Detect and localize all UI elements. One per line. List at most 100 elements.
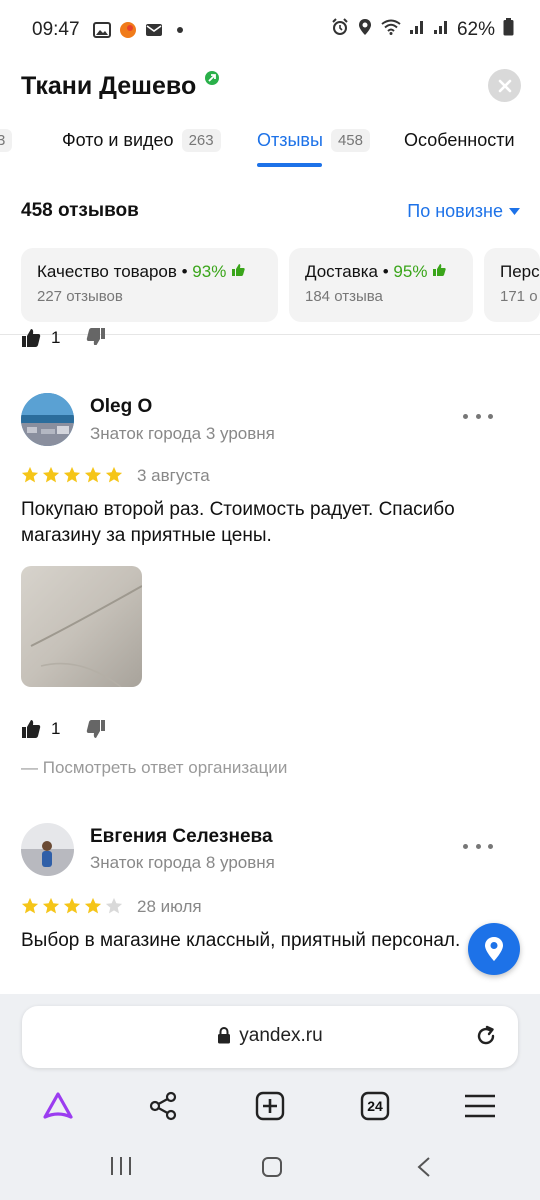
dislike-button[interactable] bbox=[86, 719, 106, 744]
home-icon bbox=[262, 1157, 282, 1177]
thumbs-up-icon bbox=[22, 720, 41, 738]
star-filled-icon bbox=[84, 897, 102, 914]
like-button[interactable]: 1 bbox=[21, 719, 60, 739]
tabs-bar: 3 Фото и видео 263 Отзывы 458 Особенност… bbox=[0, 116, 540, 168]
signal-2-icon bbox=[433, 19, 449, 41]
aspect-name: Качество товаров bbox=[37, 262, 177, 281]
rating-stars bbox=[21, 466, 123, 484]
review-text: Покупаю второй раз. Стоимость радует. Сп… bbox=[21, 499, 455, 546]
thumbs-up-green-icon bbox=[232, 264, 245, 276]
avatar[interactable] bbox=[21, 823, 74, 876]
map-pin-icon bbox=[485, 937, 503, 961]
previous-review-dislike-button[interactable] bbox=[86, 327, 106, 345]
tab-features[interactable]: Особенности bbox=[404, 116, 515, 164]
address-text: yandex.ru bbox=[22, 1025, 518, 1047]
star-filled-icon bbox=[63, 466, 81, 483]
aspect-name: Перс bbox=[500, 262, 540, 281]
previous-review-like-button[interactable]: 1 bbox=[21, 327, 60, 349]
tab-count: 263 bbox=[181, 128, 221, 152]
star-filled-icon bbox=[63, 897, 81, 914]
map-button[interactable] bbox=[468, 923, 520, 975]
battery-percent: 62% bbox=[456, 19, 495, 40]
back-button[interactable] bbox=[416, 1156, 432, 1183]
back-icon bbox=[417, 1157, 430, 1177]
menu-button[interactable] bbox=[460, 1086, 500, 1126]
aspect-chips: Качество товаров • 93% 227 отзывов Доста… bbox=[21, 248, 540, 324]
header-divider bbox=[0, 334, 540, 335]
review-photo[interactable] bbox=[21, 566, 142, 687]
review-date: 28 июля bbox=[137, 897, 202, 916]
verified-badge-icon bbox=[205, 71, 219, 85]
new-tab-button[interactable] bbox=[250, 1086, 290, 1126]
star-empty-icon bbox=[105, 897, 123, 914]
sort-dropdown[interactable]: По новизне bbox=[407, 201, 520, 222]
star-filled-icon bbox=[21, 466, 39, 483]
page-title: Ткани Дешево bbox=[21, 72, 197, 100]
review-text: Выбор в магазине классный, приятный перс… bbox=[21, 930, 461, 951]
share-button[interactable] bbox=[143, 1086, 183, 1126]
thumbs-up-green-icon bbox=[433, 264, 446, 276]
reload-icon bbox=[477, 1025, 495, 1045]
aspect-reviews-count: 184 отзыва bbox=[305, 288, 383, 305]
thumbs-down-icon bbox=[86, 328, 105, 345]
add-tab-icon bbox=[255, 1091, 285, 1121]
status-time: 09:47 bbox=[32, 19, 80, 40]
tab-previous[interactable]: 3 bbox=[0, 116, 13, 164]
like-count: 1 bbox=[51, 328, 61, 347]
star-filled-icon bbox=[42, 466, 60, 483]
app-notification-icon bbox=[118, 21, 138, 39]
system-navigation-bar bbox=[0, 1142, 540, 1200]
aspect-name-row: Качество товаров • 93% bbox=[37, 262, 262, 282]
place-header: Ткани Дешево bbox=[0, 60, 540, 116]
tab-photos-videos[interactable]: Фото и видео 263 bbox=[62, 116, 221, 164]
thumbs-down-icon bbox=[86, 720, 105, 738]
aspect-chip-staff[interactable]: Перс 171 о bbox=[484, 248, 540, 322]
view-owner-reply-link[interactable]: — Посмотреть ответ организации bbox=[21, 758, 287, 778]
sort-label: По новизне bbox=[407, 201, 503, 221]
recent-apps-button[interactable] bbox=[110, 1156, 132, 1181]
reload-button[interactable] bbox=[474, 1024, 498, 1053]
aspect-percent: 95% bbox=[393, 262, 428, 281]
tabs-count: 24 bbox=[367, 1098, 383, 1114]
aspect-chip-delivery[interactable]: Доставка • 95% 184 отзыва bbox=[289, 248, 473, 322]
more-notifications-dot-icon bbox=[170, 21, 190, 39]
tabs-switcher-button[interactable]: 24 bbox=[355, 1086, 395, 1126]
mail-notification-icon bbox=[144, 21, 164, 39]
star-filled-icon bbox=[105, 466, 123, 483]
caret-down-icon bbox=[509, 207, 520, 215]
address-bar[interactable]: yandex.ru bbox=[22, 1006, 518, 1068]
wifi-icon bbox=[381, 19, 401, 41]
tab-reviews[interactable]: Отзывы 458 bbox=[257, 116, 370, 167]
aspect-reviews-count: 227 отзывов bbox=[37, 288, 123, 305]
alice-button[interactable] bbox=[38, 1086, 78, 1126]
aspect-chip-quality[interactable]: Качество товаров • 93% 227 отзывов bbox=[21, 248, 278, 322]
star-filled-icon bbox=[21, 897, 39, 914]
share-icon bbox=[149, 1091, 177, 1121]
like-count: 1 bbox=[51, 719, 61, 738]
more-options-button[interactable] bbox=[463, 836, 493, 856]
close-icon bbox=[498, 79, 511, 92]
review-author[interactable]: Евгения Селезнева bbox=[90, 826, 273, 848]
review-date: 3 августа bbox=[137, 466, 210, 485]
review-author[interactable]: Oleg O bbox=[90, 396, 152, 418]
recent-apps-icon bbox=[111, 1157, 131, 1175]
signal-1-icon bbox=[409, 19, 425, 41]
more-options-button[interactable] bbox=[463, 406, 493, 426]
author-level: Знаток города 8 уровня bbox=[90, 853, 275, 872]
tab-count: 458 bbox=[330, 128, 370, 152]
tab-label: Фото и видео bbox=[62, 129, 174, 150]
url-value: yandex.ru bbox=[239, 1025, 323, 1046]
battery-icon bbox=[503, 18, 514, 42]
aspect-name: Доставка bbox=[305, 262, 379, 281]
status-indicators: 62% bbox=[331, 18, 514, 42]
location-icon bbox=[357, 18, 373, 42]
home-button[interactable] bbox=[261, 1156, 283, 1183]
aspect-name-row: Доставка • 95% bbox=[305, 262, 457, 282]
gallery-notification-icon bbox=[92, 21, 112, 39]
tab-label: Особенности bbox=[404, 129, 515, 150]
avatar[interactable] bbox=[21, 393, 74, 446]
close-button[interactable] bbox=[488, 69, 521, 102]
tab-label: Отзывы bbox=[257, 129, 323, 150]
alice-assistant-icon bbox=[43, 1092, 73, 1119]
star-filled-icon bbox=[84, 466, 102, 483]
